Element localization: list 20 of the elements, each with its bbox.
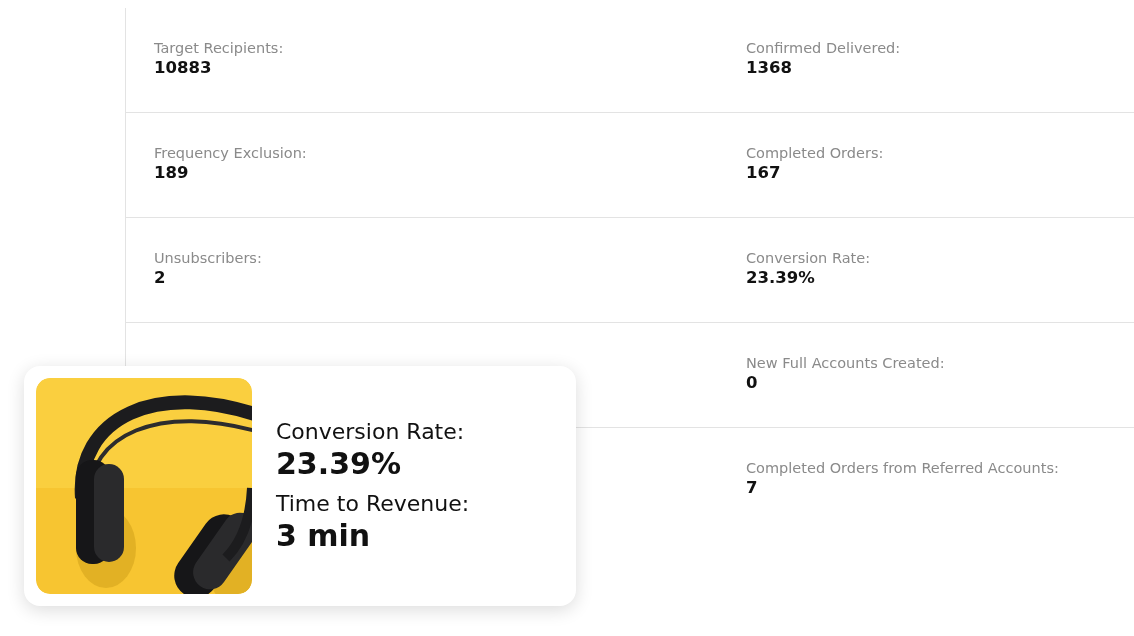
stat-value: 3 min (276, 518, 372, 554)
metric-label: Target Recipients: (154, 39, 285, 57)
metric-label: Conversion Rate: (746, 249, 872, 267)
metric-value: 167 (746, 162, 782, 184)
metric-value: 0 (746, 372, 759, 394)
metric-label: Unsubscribers: (154, 249, 263, 267)
stat-value: 23.39% (276, 446, 402, 482)
stat-label: Time to Revenue: (276, 490, 470, 518)
metric-value: 189 (154, 162, 190, 184)
metric-label: New Full Accounts Created: (746, 354, 946, 372)
metric-label: Completed Orders: (746, 144, 885, 162)
metric-value: 23.39% (746, 267, 816, 289)
stat-label: Conversion Rate: (276, 418, 466, 446)
metric-value: 10883 (154, 57, 213, 79)
metric-value: 2 (154, 267, 167, 289)
metric-value: 1368 (746, 57, 793, 79)
metric-label: Completed Orders from Referred Accounts: (746, 459, 1060, 477)
metric-label: Frequency Exclusion: (154, 144, 308, 162)
metric-label: Confirmed Delivered: (746, 39, 902, 57)
metric-value: 7 (746, 477, 759, 499)
